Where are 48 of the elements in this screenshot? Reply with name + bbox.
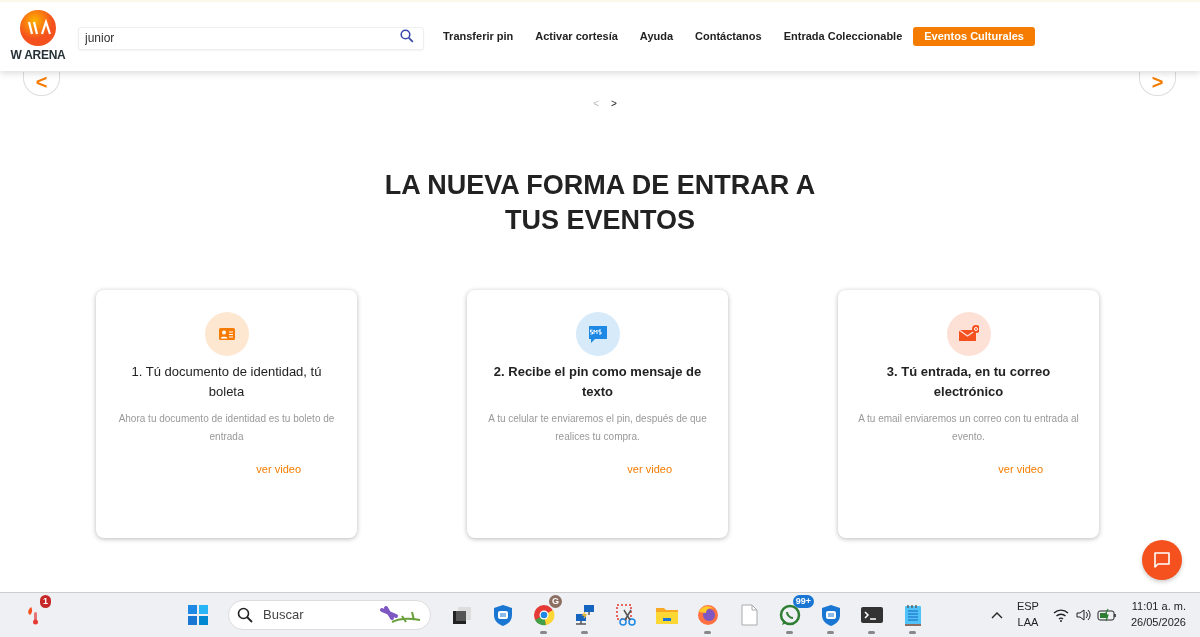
clock-time[interactable]: 11:01 a. m. [1131, 599, 1186, 615]
nav-link[interactable]: Transferir pin [432, 27, 525, 46]
app-badge: G [549, 595, 562, 608]
running-indicator [540, 631, 547, 634]
nav-link[interactable]: Entrada Coleccionable [772, 27, 914, 46]
card-title: 3. Tú entrada, en tu correo electrónico [885, 363, 1052, 402]
section-heading: LA NUEVA FORMA DE ENTRAR A TUS EVENTOS [383, 169, 817, 238]
scissors-icon [613, 603, 638, 627]
card-title: 2. Recibe el pin como mensaje de texto [492, 363, 703, 402]
nav-link[interactable]: Ayuda [628, 27, 685, 46]
windows-logo-icon [185, 603, 210, 627]
running-indicator [827, 631, 834, 634]
taskbar-search-field[interactable]: Buscar [228, 600, 431, 630]
widget-button[interactable]: 1 [12, 595, 53, 635]
nav-link[interactable]: Contáctanos [684, 27, 773, 46]
search-placeholder: Buscar [263, 606, 304, 625]
card-description: A tu celular te enviaremos el pin, después de que realices tu compra. [487, 412, 708, 444]
flower-icon [378, 604, 422, 626]
browser-icon [531, 603, 556, 627]
running-indicator [581, 631, 588, 634]
wifi-icon[interactable] [1052, 608, 1069, 622]
taskbar-app-button[interactable]: G [523, 595, 564, 635]
browser-icon [695, 603, 720, 627]
app-badge: 99+ [792, 595, 814, 608]
search-field[interactable]: junior [78, 26, 424, 50]
running-indicator [786, 631, 793, 634]
notification-badge: 1 [40, 595, 51, 608]
nav-link[interactable]: Activar cortesía [524, 27, 629, 46]
chat-button[interactable] [1142, 540, 1182, 580]
running-indicator [704, 631, 711, 634]
clock-date[interactable]: 26/05/2026 [1130, 615, 1186, 631]
running-indicator [868, 631, 875, 634]
card-description: A tu email enviaremos un correo con tu entrada al evento. [858, 412, 1079, 444]
card-description: Ahora tu documento de identidad es tu boleto de entrada [117, 412, 336, 444]
language-indicator[interactable]: LAA [1016, 615, 1039, 631]
battery-icon[interactable] [1096, 608, 1117, 622]
logo-icon [20, 9, 56, 46]
search-icon [237, 607, 253, 623]
running-indicator [909, 631, 916, 634]
pager-link[interactable]: > [605, 96, 623, 111]
card-title: 1. Tú documento de identidad, tú boleta [130, 363, 323, 402]
logo-text: W ARENA [10, 46, 66, 64]
chevron-up-icon[interactable] [990, 611, 1003, 619]
search-icon[interactable] [400, 29, 414, 43]
language-indicator[interactable]: ESP [1016, 599, 1039, 615]
chat-bubble-icon [777, 603, 802, 627]
chat-icon [1153, 551, 1171, 569]
volume-icon[interactable] [1074, 608, 1091, 622]
